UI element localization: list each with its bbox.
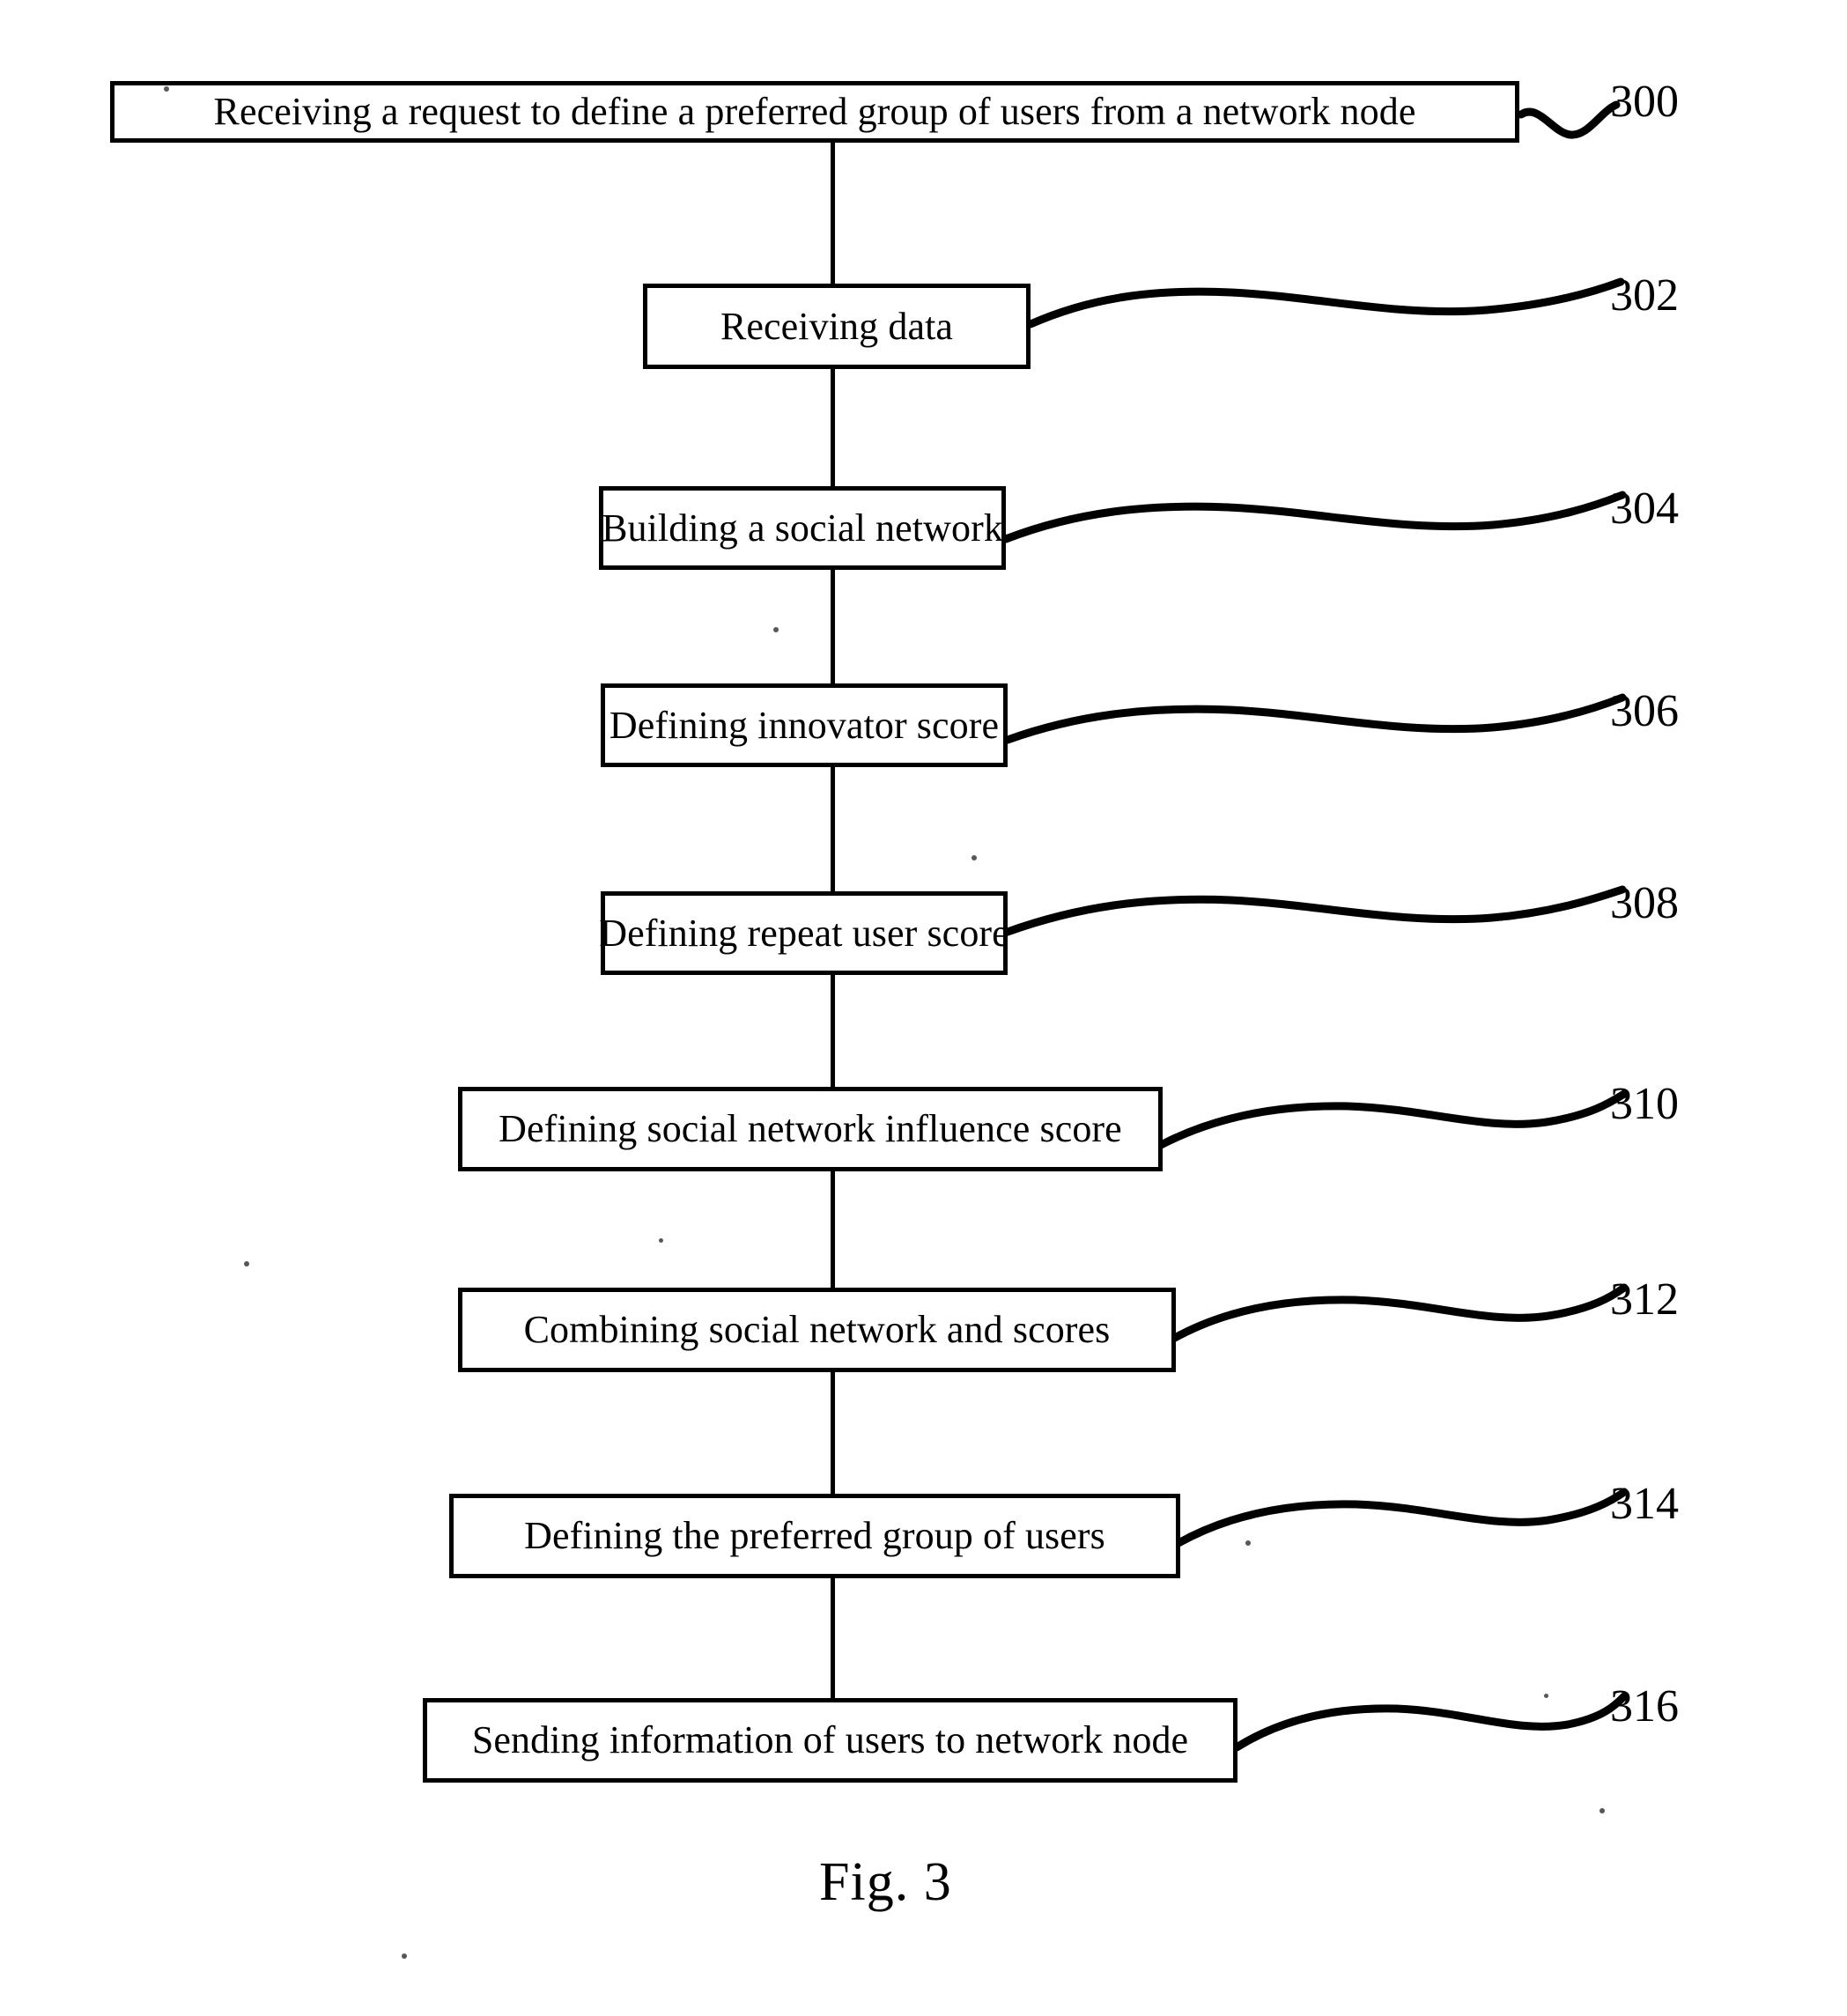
flow-box-316: Sending information of users to network … [423,1698,1237,1783]
scan-speckle [773,627,779,632]
figure-caption: Fig. 3 [819,1852,952,1912]
connector-310-312 [831,1170,835,1291]
flow-box-label: Defining the preferred group of users [524,1514,1105,1557]
leader-line-314 [1174,1488,1629,1547]
reference-numeral-314: 314 [1610,1479,1679,1529]
figure-page: Receiving a request to define a preferre… [0,0,1847,2016]
connector-300-302 [831,141,835,287]
reference-numeral-306: 306 [1610,686,1679,736]
flow-box-label: Sending information of users to network … [471,1718,1189,1761]
leader-line-308 [1003,885,1627,936]
connector-306-308 [831,764,835,895]
flow-box-310: Defining social network influence score [458,1087,1163,1171]
flow-box-308: Defining repeat user score [599,891,1009,975]
flow-box-label: Defining innovator score [609,703,1000,747]
scan-speckle [164,86,169,92]
scan-speckle [1544,1694,1548,1698]
leader-line-310 [1156,1089,1629,1149]
reference-numeral-316: 316 [1610,1681,1679,1732]
scan-speckle [1600,1808,1605,1813]
flow-box-label: Receiving data [720,304,954,348]
reference-numeral-300: 300 [1610,77,1679,127]
leader-line-316 [1232,1692,1629,1752]
flow-box-300: Receiving a request to define a preferre… [110,81,1519,143]
reference-numeral-312: 312 [1610,1274,1679,1325]
scan-speckle [244,1261,249,1266]
flow-box-label: Defining repeat user score [599,911,1009,955]
connector-312-314 [831,1370,835,1497]
reference-numeral-302: 302 [1610,270,1679,321]
flow-box-label: Combining social network and scores [523,1308,1111,1351]
leader-line-302 [1026,277,1625,329]
leader-line-306 [1003,693,1627,744]
flow-box-312: Combining social network and scores [458,1288,1176,1372]
flow-box-304: Building a social network [599,486,1006,570]
scan-speckle [402,1953,407,1959]
connector-308-310 [831,972,835,1090]
connector-304-306 [831,567,835,687]
leader-line-304 [1001,491,1627,543]
leader-line-312 [1169,1283,1629,1343]
flow-box-label: Building a social network [602,506,1003,550]
reference-numeral-304: 304 [1610,484,1679,534]
flow-box-306: Defining innovator score [601,683,1008,767]
flow-box-302: Receiving data [643,284,1031,369]
flow-box-label: Defining social network influence score [499,1107,1122,1150]
reference-numeral-310: 310 [1610,1079,1679,1129]
flow-box-314: Defining the preferred group of users [449,1494,1180,1578]
scan-speckle [1245,1540,1251,1546]
flow-box-label: Receiving a request to define a preferre… [213,90,1416,133]
scan-speckle [659,1238,663,1243]
leader-line-300 [1517,100,1621,139]
connector-302-304 [831,366,835,490]
scan-speckle [972,855,977,860]
reference-numeral-308: 308 [1610,878,1679,928]
connector-314-316 [831,1577,835,1702]
